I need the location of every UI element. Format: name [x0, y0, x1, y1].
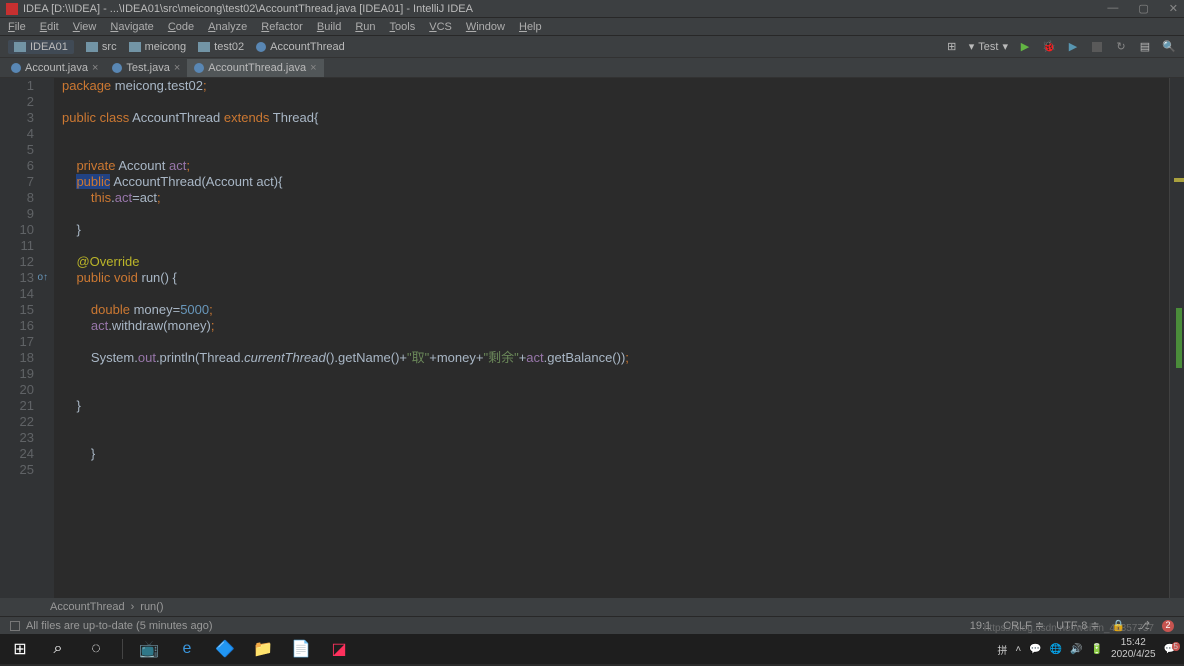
window-title: IDEA [D:\\IDEA] - ...\IDEA01\src\meicong… [23, 3, 473, 15]
build-icon[interactable]: ⊞ [945, 40, 959, 54]
action-center-icon[interactable]: 💬5 [1164, 644, 1176, 655]
project-selector[interactable]: IDEA01 [8, 40, 74, 54]
menu-code[interactable]: Code [168, 21, 194, 33]
change-stripe [1176, 308, 1182, 368]
run-button[interactable]: ▶ [1018, 40, 1032, 54]
editor: 1234567891011121314151617181920212223242… [0, 78, 1184, 598]
ime-icon[interactable]: 拼 [997, 642, 1007, 657]
update-button[interactable]: ↻ [1114, 40, 1128, 54]
structure-icon[interactable]: ▤ [1138, 40, 1152, 54]
menubar: File Edit View Navigate Code Analyze Refactor B… [0, 18, 1184, 36]
explorer-icon[interactable]: 📁 [251, 637, 275, 661]
menu-edit[interactable]: Edit [40, 21, 59, 33]
menu-run[interactable]: Run [355, 21, 375, 33]
wechat-icon[interactable]: 💬 [1029, 644, 1041, 655]
titlebar: IDEA [D:\\IDEA] - ...\IDEA01\src\meicong… [0, 0, 1184, 18]
code-area[interactable]: package meicong.test02; public class Acc… [54, 78, 1170, 598]
menu-help[interactable]: Help [519, 21, 542, 33]
edge-icon[interactable]: e [175, 637, 199, 661]
folder-icon [14, 42, 26, 52]
class-icon [112, 63, 122, 73]
tab-Account-java[interactable]: Account.java × [4, 59, 105, 77]
battery-icon[interactable]: 🔋 [1091, 644, 1103, 655]
folder-icon [129, 42, 141, 52]
notifications-icon[interactable]: 2 [1162, 620, 1174, 632]
menu-refactor[interactable]: Refactor [261, 21, 303, 33]
menu-window[interactable]: Window [466, 21, 505, 33]
crumb-file[interactable]: AccountThread [256, 41, 345, 53]
crumb-test02[interactable]: test02 [198, 41, 244, 53]
menu-build[interactable]: Build [317, 21, 341, 33]
breadcrumb-method[interactable]: run() [140, 601, 163, 613]
cortana-icon[interactable]: ◌ [84, 637, 108, 661]
class-icon [256, 42, 266, 52]
close-tab-icon[interactable]: × [174, 62, 180, 74]
volume-icon[interactable]: 🔊 [1070, 644, 1082, 655]
tab-Test-java[interactable]: Test.java × [105, 59, 187, 77]
menu-analyze[interactable]: Analyze [208, 21, 247, 33]
menu-tools[interactable]: Tools [390, 21, 416, 33]
close-button[interactable]: ✕ [1169, 2, 1178, 15]
maximize-button[interactable]: ▢ [1138, 2, 1148, 15]
warning-stripe[interactable] [1174, 178, 1184, 182]
folder-icon [198, 42, 210, 52]
search-icon[interactable]: 🔍 [1162, 40, 1176, 54]
menu-file[interactable]: File [8, 21, 26, 33]
intellij-icon[interactable]: ◪ [327, 637, 351, 661]
menu-navigate[interactable]: Navigate [110, 21, 153, 33]
status-message: All files are up-to-date (5 minutes ago) [26, 620, 212, 632]
debug-button[interactable]: 🐞 [1042, 40, 1056, 54]
crumb-meicong[interactable]: meicong [129, 41, 187, 53]
tray-chevron-icon[interactable]: ˄ [1015, 644, 1021, 655]
class-icon [11, 63, 21, 73]
nav-toolbar: IDEA01 src meicong test02 AccountThread … [0, 36, 1184, 58]
menu-view[interactable]: View [73, 21, 97, 33]
close-tab-icon[interactable]: × [92, 62, 98, 74]
crumb-src[interactable]: src [86, 41, 117, 53]
watermark: https://blog.csdn.net/weixin_44357737 [984, 623, 1154, 634]
project-name: IDEA01 [30, 41, 68, 53]
run-coverage-button[interactable]: ▶ [1066, 40, 1080, 54]
folder-icon [86, 42, 98, 52]
network-icon[interactable]: 🌐 [1050, 644, 1062, 655]
start-button[interactable]: ⊞ [8, 637, 32, 661]
minimize-button[interactable]: — [1107, 2, 1118, 15]
fold-column[interactable] [40, 78, 54, 598]
menu-vcs[interactable]: VCS [429, 21, 452, 33]
breadcrumb-class[interactable]: AccountThread [50, 601, 125, 613]
class-icon [194, 63, 204, 73]
line-gutter[interactable]: 1234567891011121314151617181920212223242… [0, 78, 40, 598]
tab-AccountThread-java[interactable]: AccountThread.java × [187, 59, 323, 77]
app-bilibili-icon[interactable]: 📺 [137, 637, 161, 661]
run-config[interactable]: ▾ Test ▾ [969, 40, 1008, 53]
right-gutter[interactable] [1170, 78, 1184, 598]
app-icon-2[interactable]: 🔷 [213, 637, 237, 661]
search-button[interactable]: ⌕ [46, 637, 70, 661]
message-icon[interactable] [10, 621, 20, 631]
breadcrumb-bar: AccountThread › run() [0, 598, 1184, 616]
close-tab-icon[interactable]: × [310, 62, 316, 74]
clock[interactable]: 15:42 2020/4/25 [1111, 637, 1156, 661]
stop-button[interactable] [1090, 40, 1104, 54]
windows-taskbar: ⊞ ⌕ ◌ 📺 e 🔷 📁 📄 ◪ 拼 ˄ 💬 🌐 🔊 🔋 15:42 2020… [0, 634, 1184, 664]
app-icon [6, 3, 18, 15]
editor-tabs: Account.java ×Test.java ×AccountThread.j… [0, 58, 1184, 78]
notepad-icon[interactable]: 📄 [289, 637, 313, 661]
